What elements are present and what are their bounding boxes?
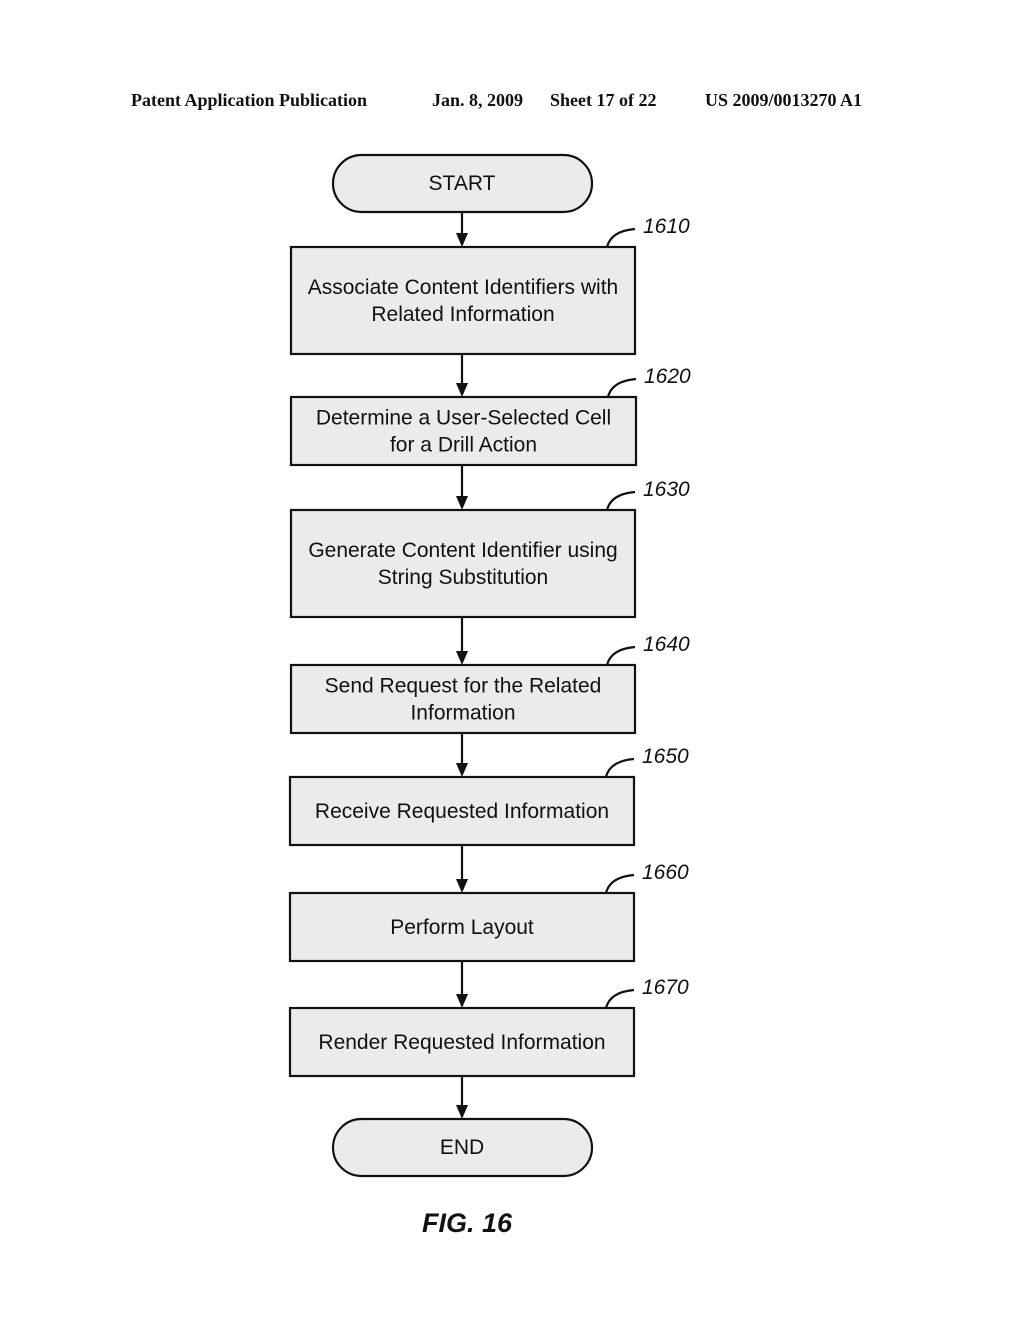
step-label: Perform Layout (390, 916, 534, 939)
arrowhead-icon (456, 879, 468, 893)
step-label: Generate Content Identifier using (308, 539, 617, 562)
flow-arrow (456, 733, 468, 777)
reference-leader (604, 873, 635, 894)
arrowhead-icon (456, 651, 468, 665)
flowchart-diagram: START END Associate Content Identifiers … (288, 153, 691, 1238)
reference-number: 1620 (644, 365, 691, 388)
reference-number: 1650 (642, 745, 689, 768)
step-label: Receive Requested Information (315, 800, 609, 823)
end-label: END (440, 1136, 484, 1159)
flow-arrow (456, 1076, 468, 1119)
arrowhead-icon (456, 496, 468, 510)
step-box (289, 245, 637, 356)
flow-arrow (456, 465, 468, 510)
step-label: Send Request for the Related (325, 675, 602, 698)
flow-arrow (456, 617, 468, 665)
reference-number: 1670 (642, 976, 689, 999)
arrowhead-icon (456, 383, 468, 397)
reference-leader (605, 227, 636, 248)
process-step-1650: Receive Requested Information 1650 (288, 745, 689, 847)
step-label: Related Information (371, 303, 554, 326)
reference-leader (604, 757, 635, 778)
reference-leader (606, 377, 637, 398)
process-step-1610: Associate Content Identifiers with Relate… (289, 215, 690, 356)
arrowhead-icon (456, 763, 468, 777)
arrowhead-icon (456, 233, 468, 247)
step-label: String Substitution (378, 566, 548, 589)
step-label: for a Drill Action (390, 434, 537, 457)
step-label: Associate Content Identifiers with (308, 276, 619, 299)
step-label: Render Requested Information (318, 1031, 605, 1054)
step-label: Information (410, 702, 515, 725)
arrowhead-icon (456, 994, 468, 1008)
process-step-1670: Render Requested Information 1670 (288, 976, 689, 1078)
reference-number: 1630 (643, 478, 690, 501)
process-step-1640: Send Request for the Related Information 1… (289, 633, 690, 735)
reference-leader (605, 645, 636, 666)
flow-arrow (456, 354, 468, 397)
process-step-1620: Determine a User-Selected Cell for a Dril… (289, 365, 691, 467)
reference-leader (604, 988, 635, 1009)
process-step-1660: Perform Layout 1660 (288, 861, 689, 963)
start-label: START (429, 172, 496, 195)
start-terminal: START (331, 153, 594, 214)
process-steps: Associate Content Identifiers with Relate… (288, 215, 691, 1078)
arrowhead-icon (456, 1105, 468, 1119)
reference-number: 1660 (642, 861, 689, 884)
end-terminal: END (331, 1117, 594, 1178)
flow-arrow (456, 961, 468, 1008)
reference-number: 1610 (643, 215, 690, 238)
process-step-1630: Generate Content Identifier using String … (289, 478, 690, 619)
flow-arrow (456, 845, 468, 893)
flow-arrow (456, 212, 468, 247)
reference-number: 1640 (643, 633, 690, 656)
step-label: Determine a User-Selected Cell (316, 407, 611, 430)
step-box (289, 508, 637, 619)
figure-label: FIG. 16 (422, 1208, 513, 1238)
reference-leader (605, 490, 636, 511)
